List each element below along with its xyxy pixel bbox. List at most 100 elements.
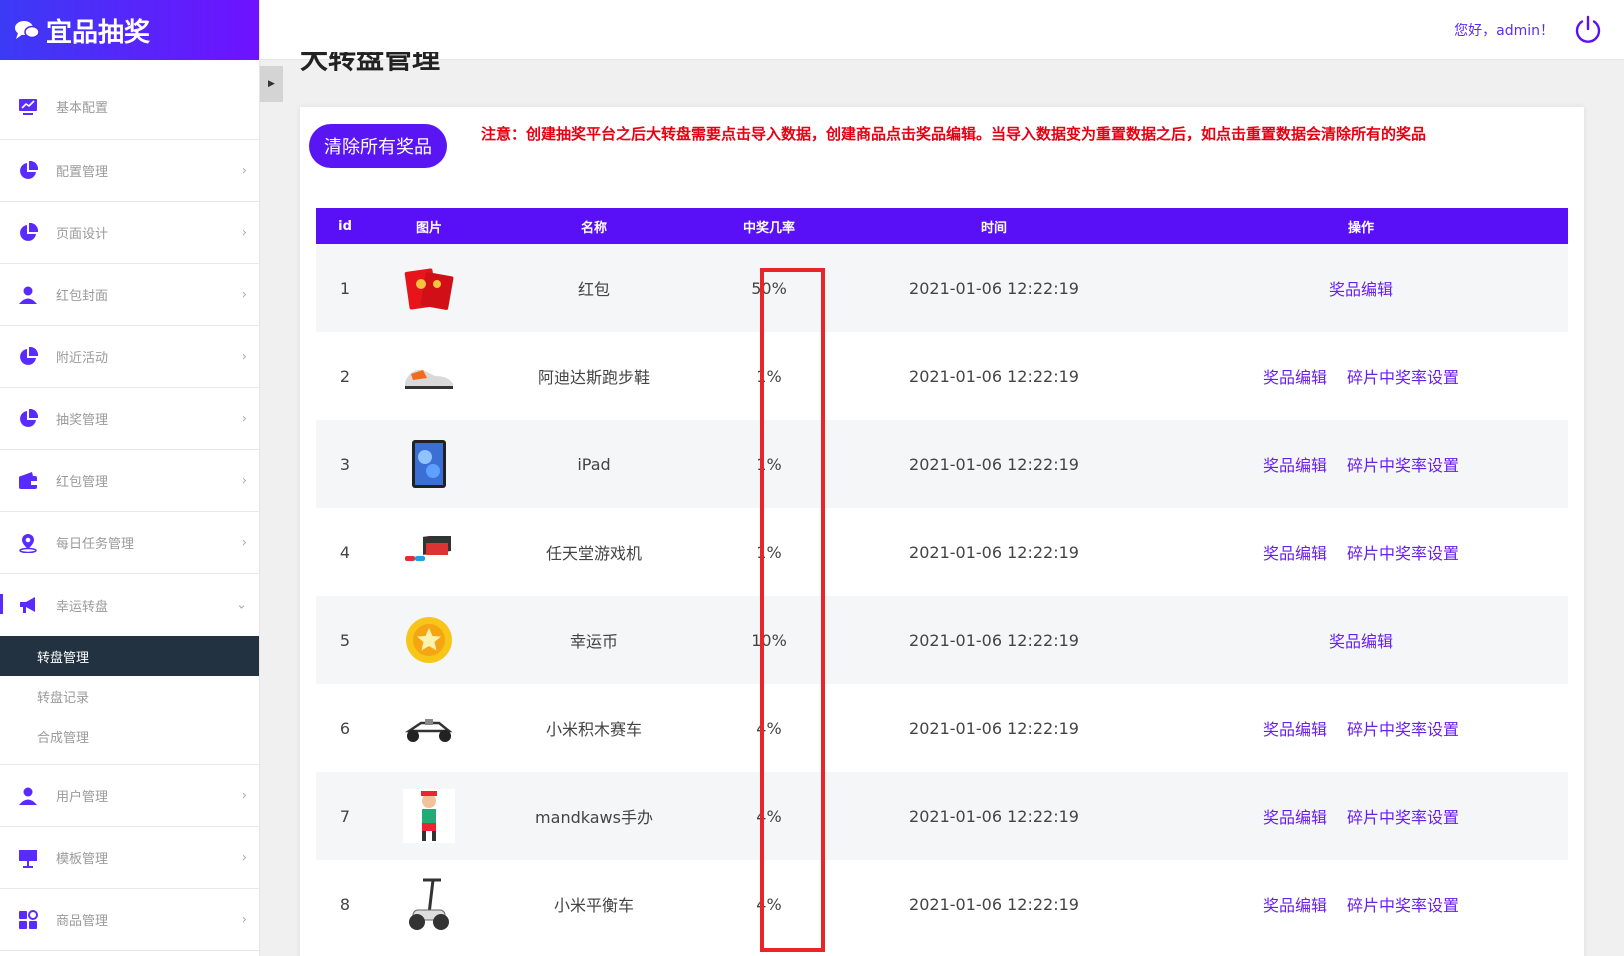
sidebar-item-7[interactable]: 每日任务管理 ›	[0, 512, 259, 574]
cell-time: 2021-01-06 12:22:19	[909, 366, 1079, 386]
cell-image	[374, 684, 484, 772]
user-greeting[interactable]: 您好，admin！	[1454, 20, 1554, 40]
cell-image	[374, 860, 484, 948]
cell-rate: 1%	[756, 366, 782, 386]
cell-name: 小米平衡车	[553, 896, 634, 915]
fragment-rate-settings-link[interactable]: 碎片中奖率设置	[1347, 368, 1459, 387]
cell-id: 2	[339, 366, 351, 386]
user-icon	[18, 285, 38, 305]
sidebar-menu: 基本配置 配置管理 › 页面设计 › 红包封面 › 附近活动 › 抽奖管理 › 红包管理 › 每日任务管理…	[0, 60, 259, 951]
sidebar-item-8[interactable]: 幸运转盘 ⌄	[0, 574, 259, 636]
sidebar-subitem-1[interactable]: 转盘记录	[0, 676, 259, 716]
cell-rate: 50%	[751, 278, 787, 298]
grid-apps-icon	[18, 909, 38, 930]
cell-operations: 奖品编辑 碎片中奖率设置	[1154, 508, 1568, 596]
fragment-rate-settings-link[interactable]: 碎片中奖率设置	[1347, 544, 1459, 563]
cell-time: 2021-01-06 12:22:19	[909, 718, 1079, 738]
sidebar-item-9[interactable]: 用户管理 ›	[0, 765, 259, 827]
pie-chart-icon	[18, 408, 38, 429]
sidebar-item-1[interactable]: 配置管理 ›	[0, 140, 259, 202]
sidebar-collapse-toggle[interactable]: ▶	[260, 66, 283, 102]
cell-rate: 4%	[756, 718, 782, 738]
cell-image	[374, 772, 484, 860]
header-rate: 中奖几率	[704, 208, 834, 244]
sidebar-item-6[interactable]: 红包管理 ›	[0, 450, 259, 512]
cell-time: 2021-01-06 12:22:19	[909, 806, 1079, 826]
prize-table: id 图片 名称 中奖几率 时间 操作 1 红包 50% 2021-01-06 12:…	[316, 208, 1568, 948]
header-operations: 操作	[1154, 208, 1568, 244]
power-icon[interactable]	[1572, 14, 1604, 46]
fragment-rate-settings-link[interactable]: 碎片中奖率设置	[1347, 456, 1459, 475]
cell-name: 红包	[577, 280, 610, 299]
edit-prize-link[interactable]: 奖品编辑	[1263, 368, 1327, 387]
cell-image	[374, 420, 484, 508]
cell-operations: 奖品编辑	[1154, 596, 1568, 684]
cell-id: 3	[339, 454, 351, 474]
cell-rate: 4%	[756, 806, 782, 826]
chevron-right-icon: ›	[241, 349, 247, 364]
edit-prize-link[interactable]: 奖品编辑	[1263, 720, 1327, 739]
sidebar-item-label: 抽奖管理	[56, 413, 109, 428]
table-row: 1 红包 50% 2021-01-06 12:22:19 奖品编辑	[316, 244, 1568, 332]
table-row: 6 小米积木赛车 4% 2021-01-06 12:22:19 奖品编辑 碎片中奖率设置	[316, 684, 1568, 772]
edit-prize-link[interactable]: 奖品编辑	[1263, 544, 1327, 563]
cell-time: 2021-01-06 12:22:19	[909, 542, 1079, 562]
brand-header: 宜品抽奖	[0, 0, 259, 60]
sidebar-item-11[interactable]: 商品管理 ›	[0, 889, 259, 951]
cell-id: 6	[339, 718, 351, 738]
edit-prize-link[interactable]: 奖品编辑	[1263, 456, 1327, 475]
cell-rate: 1%	[756, 454, 782, 474]
cell-time: 2021-01-06 12:22:19	[909, 630, 1079, 650]
chevron-right-icon: ›	[241, 788, 247, 803]
sidebar-item-2[interactable]: 页面设计 ›	[0, 202, 259, 264]
edit-prize-link[interactable]: 奖品编辑	[1329, 632, 1393, 651]
pie-chart-icon	[18, 222, 38, 243]
cell-id: 7	[339, 806, 351, 826]
location-pin-icon	[18, 533, 38, 553]
edit-prize-link[interactable]: 奖品编辑	[1263, 896, 1327, 915]
balance-scooter-image	[401, 876, 457, 932]
sidebar-item-label: 红包管理	[56, 475, 109, 490]
edit-prize-link[interactable]: 奖品编辑	[1329, 280, 1393, 299]
wallet-icon	[18, 471, 38, 491]
cell-id: 4	[339, 542, 351, 562]
sidebar-subitem-2[interactable]: 合成管理	[0, 716, 259, 756]
fragment-rate-settings-link[interactable]: 碎片中奖率设置	[1347, 896, 1459, 915]
chevron-right-icon: ›	[241, 535, 247, 550]
cell-name: 幸运币	[569, 632, 618, 651]
cell-name: mandkaws手办	[535, 808, 653, 827]
sidebar-item-label: 模板管理	[56, 852, 109, 867]
cell-image	[374, 244, 484, 332]
page-title: 大转盘管理	[300, 52, 441, 75]
fragment-rate-settings-link[interactable]: 碎片中奖率设置	[1347, 808, 1459, 827]
header-name: 名称	[484, 208, 704, 244]
game-console-image	[401, 524, 457, 580]
figure-toy-image	[401, 788, 457, 844]
cell-name: 任天堂游戏机	[545, 544, 642, 563]
sidebar-item-4[interactable]: 附近活动 ›	[0, 326, 259, 388]
cell-operations: 奖品编辑 碎片中奖率设置	[1154, 420, 1568, 508]
notice-text: 注意：创建抽奖平台之后大转盘需要点击导入数据，创建商品点击奖品编辑。当导入数据变…	[481, 125, 1427, 143]
lucky-coin-image	[401, 612, 457, 668]
clear-all-prizes-button[interactable]: 清除所有奖品	[309, 124, 447, 168]
sidebar-item-0[interactable]: 基本配置	[0, 60, 259, 140]
chevron-right-icon: ›	[241, 850, 247, 865]
sidebar-item-10[interactable]: 模板管理 ›	[0, 827, 259, 889]
presentation-board-icon	[18, 848, 38, 868]
sidebar-item-3[interactable]: 红包封面 ›	[0, 264, 259, 326]
chevron-right-icon: ›	[241, 287, 247, 302]
chevron-right-icon: ›	[241, 912, 247, 927]
cell-time: 2021-01-06 12:22:19	[909, 278, 1079, 298]
table-row: 8 小米平衡车 4% 2021-01-06 12:22:19 奖品编辑 碎片中奖率设置	[316, 860, 1568, 948]
sidebar-item-5[interactable]: 抽奖管理 ›	[0, 388, 259, 450]
edit-prize-link[interactable]: 奖品编辑	[1263, 808, 1327, 827]
cell-rate: 10%	[751, 630, 787, 650]
sidebar-subitem-0[interactable]: 转盘管理	[0, 636, 259, 676]
fragment-rate-settings-link[interactable]: 碎片中奖率设置	[1347, 720, 1459, 739]
pie-chart-icon	[18, 346, 38, 367]
red-envelope-image	[401, 260, 457, 316]
header-image: 图片	[374, 208, 484, 244]
top-bar: 您好，admin！	[260, 0, 1624, 60]
sidebar-item-label: 页面设计	[56, 227, 109, 242]
dashboard-chart-icon	[18, 97, 38, 117]
